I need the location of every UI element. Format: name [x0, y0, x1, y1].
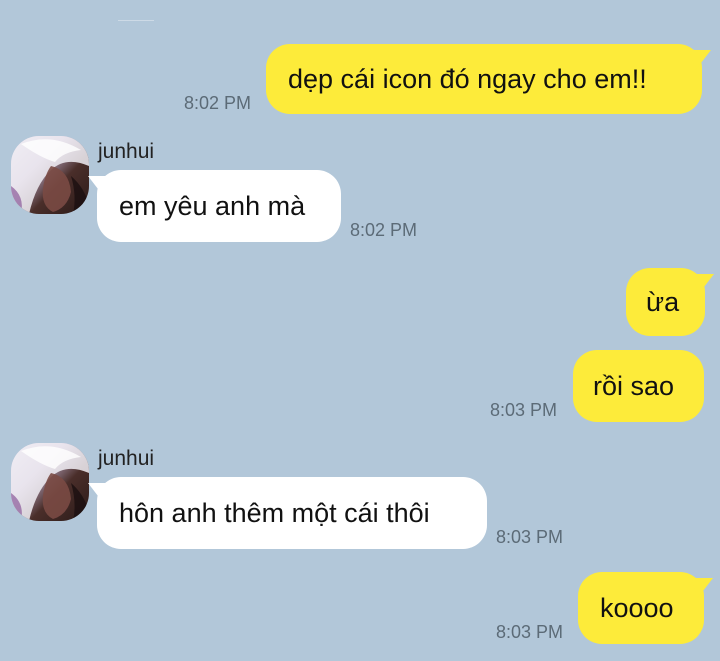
- chat-area[interactable]: 8:02 PM dẹp cái icon đó ngay cho em!! ju…: [0, 0, 720, 661]
- my-message-bubble[interactable]: koooo: [578, 572, 704, 644]
- divider: [118, 20, 154, 21]
- message-time: 8:03 PM: [496, 622, 564, 642]
- my-message-bubble[interactable]: dẹp cái icon đó ngay cho em!!: [266, 44, 702, 114]
- sender-name: junhui: [98, 140, 155, 163]
- my-message-bubble[interactable]: rồi sao: [573, 350, 704, 422]
- contact-avatar[interactable]: [11, 136, 89, 214]
- avatar-image: [11, 443, 89, 521]
- avatar-image: [11, 136, 89, 214]
- their-message-bubble[interactable]: hôn anh thêm một cái thôi: [97, 477, 487, 549]
- message-time: 8:02 PM: [184, 93, 252, 113]
- message-time: 8:03 PM: [490, 400, 558, 420]
- message-time: 8:02 PM: [350, 220, 418, 240]
- message-time: 8:03 PM: [496, 527, 564, 547]
- my-message-bubble[interactable]: ừa: [626, 268, 705, 336]
- contact-avatar[interactable]: [11, 443, 89, 521]
- sender-name: junhui: [98, 447, 155, 470]
- their-message-bubble[interactable]: em yêu anh mà: [97, 170, 341, 242]
